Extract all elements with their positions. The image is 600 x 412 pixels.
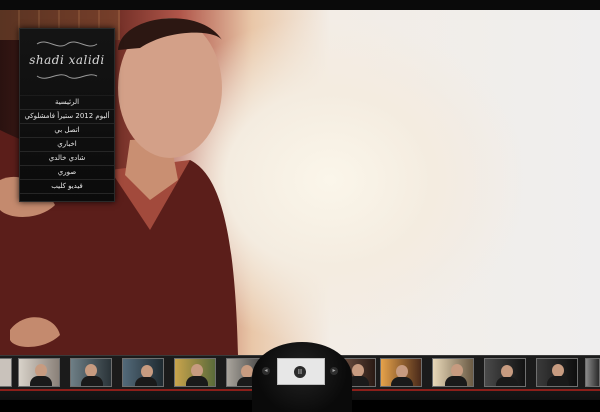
menu-item-news[interactable]: اخباري xyxy=(20,138,114,152)
chevron-right-icon[interactable]: ▸ xyxy=(330,367,338,375)
bottom-ornament-icon xyxy=(36,74,98,79)
pause-icon[interactable]: II xyxy=(294,366,306,378)
thumbnail[interactable] xyxy=(0,358,12,387)
brand-logo[interactable]: shadi xalidi xyxy=(20,53,114,67)
thumbnail[interactable] xyxy=(70,358,112,387)
top-bar xyxy=(0,0,600,10)
menu-item-about[interactable]: شادي خالدي xyxy=(20,152,114,166)
top-ornament-icon xyxy=(36,41,98,47)
thumbnail[interactable] xyxy=(585,358,600,387)
menu-item-contact[interactable]: اتصل بي xyxy=(20,124,114,138)
thumbnail[interactable] xyxy=(174,358,216,387)
nav-menu: الرئيسية ألبوم 2012 ستيرأ فامشلوكي اتصل … xyxy=(20,95,114,194)
thumbnail[interactable] xyxy=(18,358,60,387)
menu-item-album-2012[interactable]: ألبوم 2012 ستيرأ فامشلوكي xyxy=(20,110,114,124)
nav-menu-panel: shadi xalidi الرئيسية ألبوم 2012 ستيرأ ف… xyxy=(19,28,115,202)
thumbnail[interactable] xyxy=(484,358,526,387)
thumbnail[interactable] xyxy=(380,358,422,387)
menu-item-video-clips[interactable]: فيديو كليب xyxy=(20,180,114,194)
thumbnail[interactable] xyxy=(432,358,474,387)
thumbnail[interactable] xyxy=(122,358,164,387)
thumbnail[interactable] xyxy=(536,358,578,387)
menu-item-photos[interactable]: صوري xyxy=(20,166,114,180)
menu-item-home[interactable]: الرئيسية xyxy=(20,95,114,110)
chevron-left-icon[interactable]: ◂ xyxy=(262,367,270,375)
